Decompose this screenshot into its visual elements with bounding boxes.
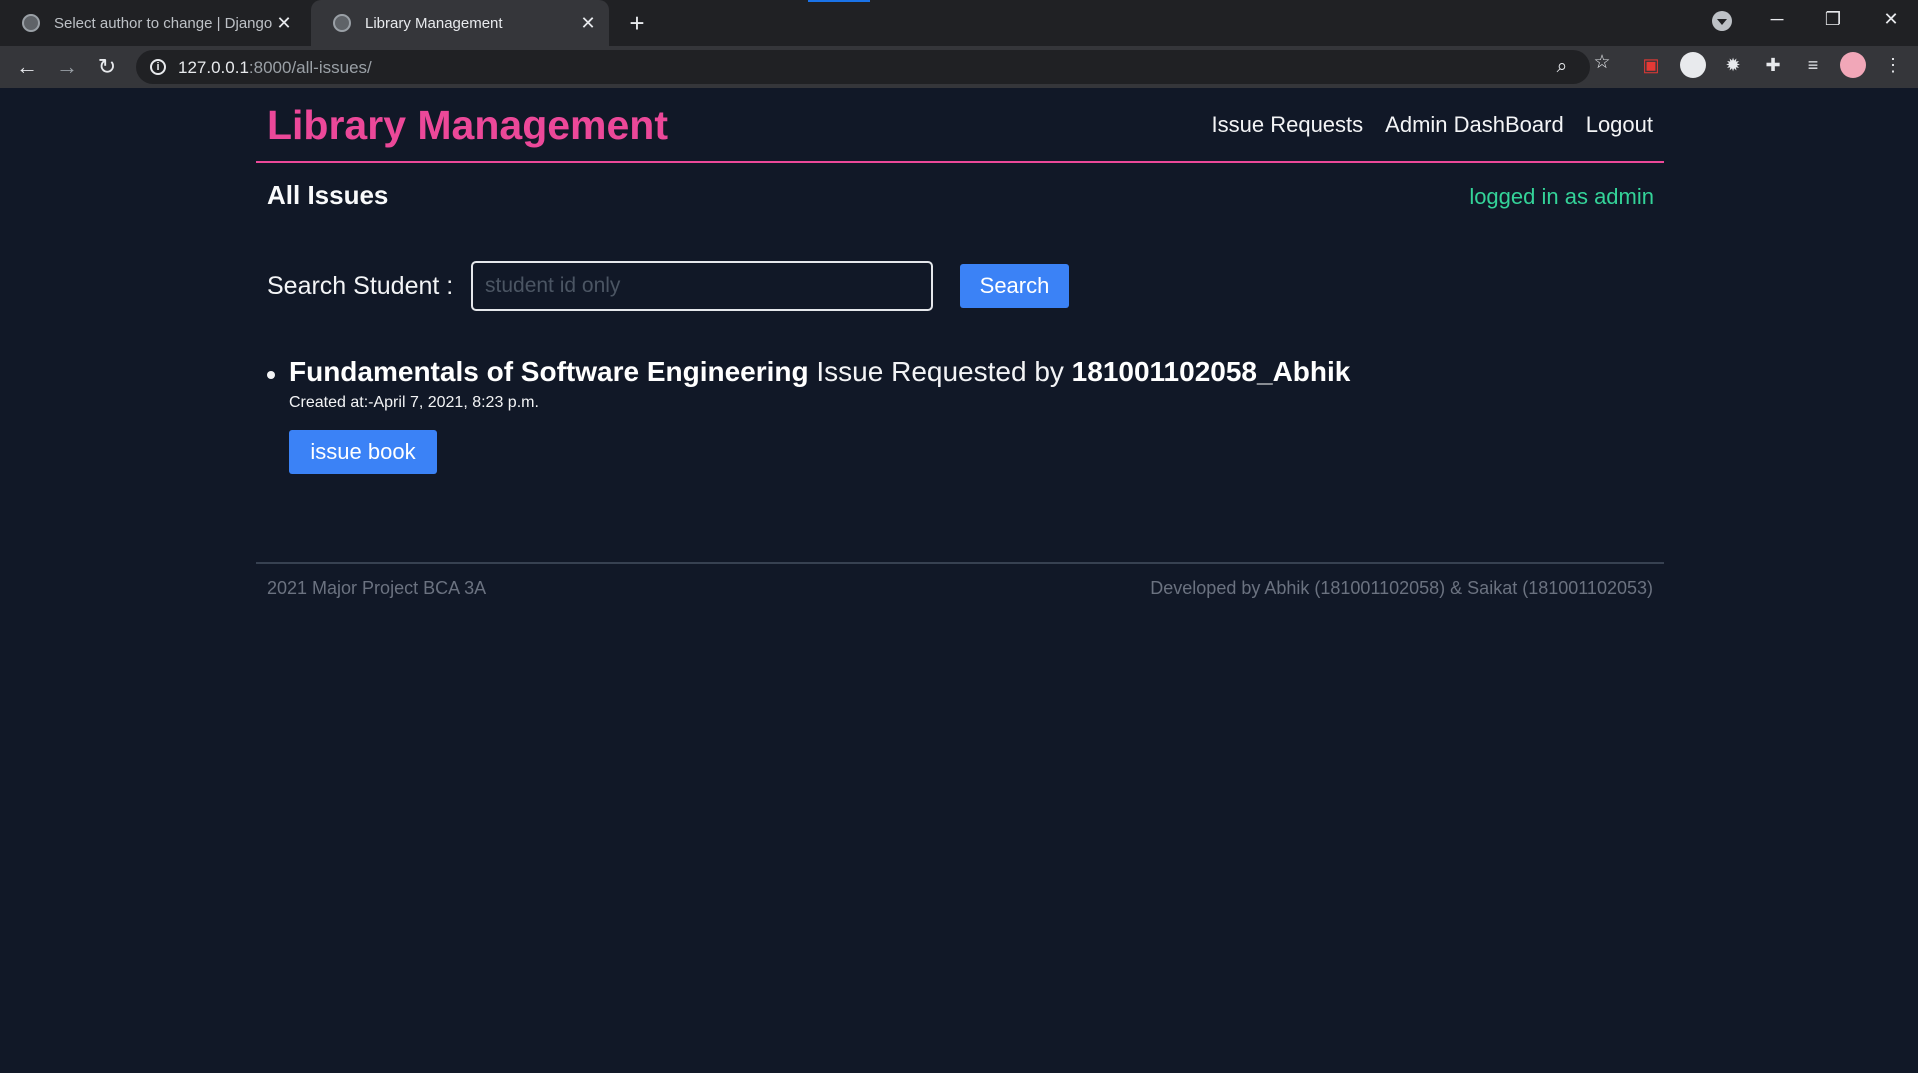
site-brand[interactable]: Library Management [267, 102, 668, 149]
issue-summary: Fundamentals of Software Engineering Iss… [289, 356, 1567, 388]
close-window-icon[interactable]: ✕ [1868, 0, 1914, 40]
pocket-extension-icon[interactable]: ▣ [1638, 52, 1664, 78]
search-label: Search Student : [267, 272, 454, 300]
restore-icon[interactable]: ❐ [1810, 0, 1856, 40]
reading-list-icon[interactable]: ≡ [1800, 52, 1826, 78]
reload-icon[interactable]: ↻ [92, 52, 122, 82]
footer-project: 2021 Major Project BCA 3A [267, 578, 487, 598]
forward-icon[interactable]: → [52, 52, 82, 82]
address-bar[interactable]: i 127.0.0.1:8000/all-issues/ ⌕ [136, 50, 1590, 84]
browser-tab-strip: Select author to change | Django ✕ Libra… [0, 0, 1918, 46]
bullet [267, 371, 275, 379]
browser-toolbar: ← → ↻ i 127.0.0.1:8000/all-issues/ ⌕ ☆ [0, 46, 1918, 88]
page-title: All Issues [267, 180, 389, 210]
close-icon[interactable]: ✕ [273, 12, 295, 34]
nav-issue-requests[interactable]: Issue Requests [1212, 112, 1364, 138]
page: Library Management Issue Requests Admin … [0, 88, 1918, 1073]
minimize-icon[interactable]: ─ [1754, 0, 1800, 40]
extension-avatar-icon[interactable] [1680, 52, 1706, 78]
new-tab-button[interactable]: + [622, 8, 652, 38]
globe-icon [22, 14, 40, 32]
tab-indicator [808, 0, 870, 2]
profile-avatar-icon[interactable] [1840, 52, 1866, 78]
globe-icon [333, 14, 351, 32]
nav-logout[interactable]: Logout [1586, 112, 1653, 138]
close-icon[interactable]: ✕ [577, 12, 599, 34]
list-item: Fundamentals of Software Engineering Iss… [267, 356, 1567, 474]
student-search-input[interactable] [471, 261, 933, 311]
bookmark-star-icon[interactable]: ☆ [1590, 51, 1614, 75]
menu-kebab-icon[interactable]: ⋮ [1880, 52, 1906, 78]
browser-tab-active[interactable]: Library Management ✕ [311, 0, 609, 46]
zoom-icon[interactable]: ⌕ [1550, 55, 1574, 79]
issue-book-button[interactable]: issue book [289, 430, 437, 474]
student-id: 181001102058_Abhik [1071, 356, 1351, 387]
browser-tab[interactable]: Select author to change | Django ✕ [0, 0, 305, 46]
puzzle-extensions-icon[interactable]: ✚ [1760, 52, 1786, 78]
main-nav: Issue Requests Admin DashBoard Logout [1212, 112, 1653, 138]
issue-requested-text: Issue Requested by [808, 356, 1072, 387]
book-title: Fundamentals of Software Engineering [289, 356, 809, 387]
site-header: Library Management Issue Requests Admin … [256, 88, 1664, 163]
site-footer: 2021 Major Project BCA 3A Developed by A… [256, 562, 1664, 602]
url-text[interactable]: 127.0.0.1:8000/all-issues/ [178, 58, 372, 78]
tab-title: Library Management [365, 14, 503, 32]
search-button[interactable]: Search [960, 264, 1069, 308]
tab-search-icon[interactable] [1712, 11, 1732, 31]
info-icon[interactable]: i [150, 59, 166, 75]
issue-created-date: Created at:-April 7, 2021, 8:23 p.m. [289, 394, 539, 411]
back-icon[interactable]: ← [12, 52, 42, 82]
footer-credits: Developed by Abhik (181001102058) & Saik… [1150, 578, 1653, 598]
tab-title: Select author to change | Django [54, 14, 273, 32]
settings-extension-icon[interactable]: ✹ [1720, 52, 1746, 78]
login-status: logged in as admin [1469, 184, 1654, 209]
nav-admin-dashboard[interactable]: Admin DashBoard [1385, 112, 1564, 138]
issue-list: Fundamentals of Software Engineering Iss… [267, 356, 1567, 474]
